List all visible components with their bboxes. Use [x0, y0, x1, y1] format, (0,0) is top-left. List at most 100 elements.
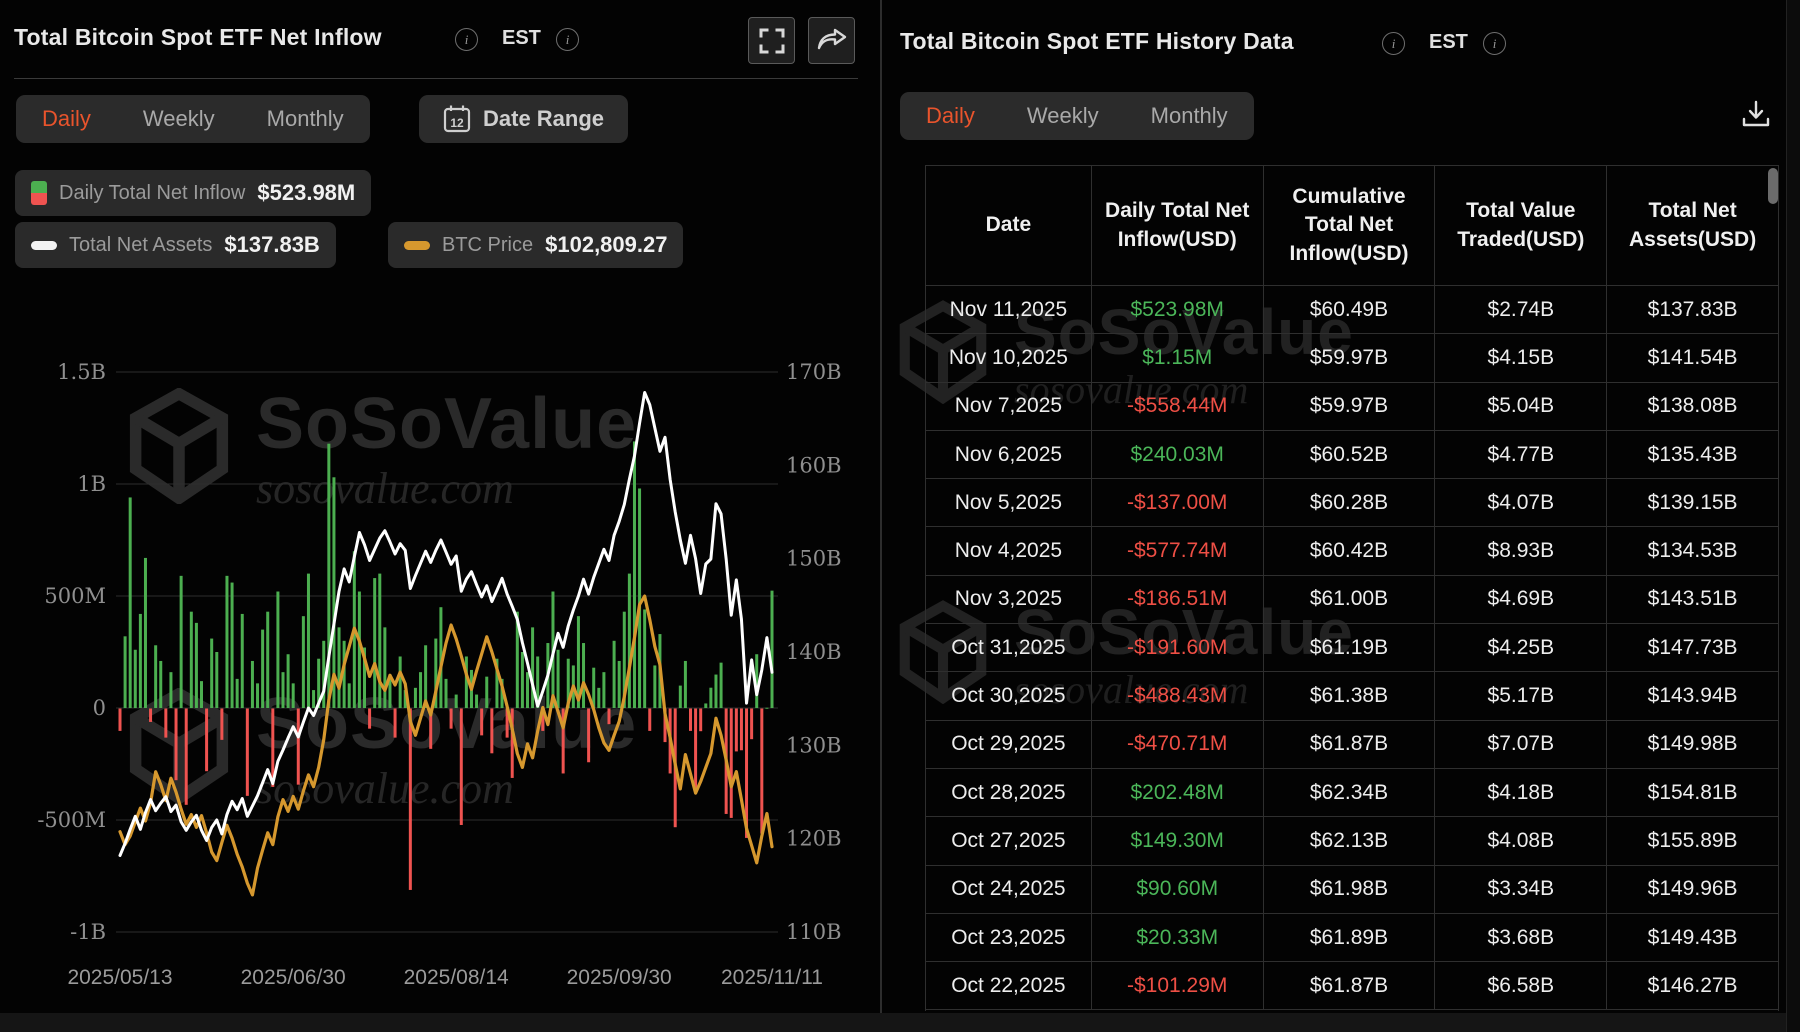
inflow-bar-negative[interactable] — [729, 708, 733, 818]
inflow-bar-negative[interactable] — [118, 708, 122, 731]
inflow-bar-positive[interactable] — [306, 573, 310, 708]
inflow-bar-positive[interactable] — [347, 683, 351, 708]
title-info-icon[interactable]: i — [455, 28, 478, 51]
inflow-bar-positive[interactable] — [301, 616, 305, 708]
inflow-bar-negative[interactable] — [760, 708, 764, 834]
inflow-bar-negative[interactable] — [739, 708, 743, 751]
download-icon[interactable] — [1740, 98, 1772, 130]
inflow-bar-positive[interactable] — [200, 681, 203, 708]
inflow-bar-negative[interactable] — [296, 708, 300, 785]
inflow-bar-positive[interactable] — [159, 660, 163, 708]
inflow-bar-positive[interactable] — [138, 613, 142, 708]
inflow-bar-positive[interactable] — [627, 573, 631, 708]
inflow-bar-positive[interactable] — [678, 685, 682, 708]
inflow-bar-negative[interactable] — [490, 708, 494, 754]
inflow-bar-positive[interactable] — [653, 665, 657, 708]
inflow-bar-positive[interactable] — [169, 672, 173, 708]
inflow-bar-positive[interactable] — [531, 627, 535, 708]
inflow-bar-negative[interactable] — [459, 708, 463, 825]
tab-weekly[interactable]: Weekly — [1027, 103, 1099, 129]
inflow-bar-positive[interactable] — [230, 582, 234, 708]
tab-monthly[interactable]: Monthly — [267, 106, 344, 132]
legend-btc-price[interactable]: BTC Price $102,809.27 — [388, 222, 684, 268]
inflow-bar-positive[interactable] — [143, 557, 147, 708]
inflow-bar-positive[interactable] — [281, 672, 285, 708]
inflow-bar-positive[interactable] — [154, 645, 158, 708]
inflow-bar-positive[interactable] — [225, 575, 229, 708]
inflow-bar-positive[interactable] — [276, 591, 280, 708]
inflow-bar-positive[interactable] — [617, 660, 621, 708]
tab-daily[interactable]: Daily — [42, 106, 91, 132]
inflow-bar-positive[interactable] — [261, 629, 265, 708]
inflow-bar-positive[interactable] — [123, 636, 127, 708]
tab-daily[interactable]: Daily — [926, 103, 975, 129]
share-button[interactable] — [808, 17, 855, 64]
inflow-bar-negative[interactable] — [184, 708, 188, 805]
tab-weekly[interactable]: Weekly — [143, 106, 215, 132]
est-info-icon[interactable]: i — [556, 28, 579, 51]
inflow-bar-negative[interactable] — [205, 708, 209, 772]
inflow-bar-positive[interactable] — [612, 640, 616, 708]
inflow-bar-negative[interactable] — [174, 708, 178, 781]
inflow-bar-negative[interactable] — [408, 708, 412, 890]
inflow-bar-positive[interactable] — [526, 672, 529, 708]
inflow-bar-negative[interactable] — [689, 708, 692, 731]
fullscreen-button[interactable] — [748, 17, 795, 64]
inflow-bar-positive[interactable] — [556, 649, 560, 708]
inflow-bar-positive[interactable] — [709, 687, 713, 708]
inflow-bar-positive[interactable] — [235, 678, 239, 708]
inflow-bar-negative[interactable] — [607, 708, 611, 725]
inflow-bar-negative[interactable] — [699, 708, 703, 732]
inflow-bar-positive[interactable] — [419, 672, 423, 708]
inflow-bar-negative[interactable] — [480, 708, 484, 736]
inflow-bar-positive[interactable] — [475, 694, 479, 708]
inflow-bar-positive[interactable] — [582, 643, 586, 708]
inflow-bar-positive[interactable] — [250, 660, 254, 708]
inflow-bar-positive[interactable] — [133, 649, 137, 708]
inflow-bar-positive[interactable] — [413, 687, 417, 708]
inflow-bar-positive[interactable] — [373, 578, 377, 708]
inflow-bar-positive[interactable] — [719, 662, 723, 708]
inflow-bar-positive[interactable] — [194, 622, 198, 708]
inflow-bar-positive[interactable] — [520, 652, 524, 708]
inflow-bar-positive[interactable] — [286, 654, 290, 708]
inflow-bar-positive[interactable] — [444, 678, 448, 708]
inflow-bar-positive[interactable] — [714, 674, 718, 708]
inflow-bar-negative[interactable] — [220, 708, 224, 740]
inflow-bar-positive[interactable] — [378, 573, 382, 708]
legend-total-net-assets[interactable]: Total Net Assets $137.83B — [15, 222, 336, 268]
inflow-bar-negative[interactable] — [694, 708, 698, 792]
title-info-icon[interactable]: i — [1382, 32, 1405, 55]
inflow-bar-positive[interactable] — [312, 690, 316, 708]
inflow-bar-positive[interactable] — [128, 497, 132, 708]
inflow-bar-positive[interactable] — [770, 590, 774, 708]
net-inflow-chart[interactable]: 1.5B 1B 500M 0 -500M -1B 170B 160B 150B 140B 130B 1… — [0, 300, 880, 1032]
page-scrollbar-track[interactable] — [1786, 0, 1800, 1032]
inflow-bar-negative[interactable] — [648, 708, 652, 731]
inflow-bar-positive[interactable] — [210, 638, 214, 708]
inflow-bar-positive[interactable] — [179, 575, 183, 708]
inflow-bar-positive[interactable] — [632, 441, 636, 708]
inflow-bar-negative[interactable] — [750, 708, 754, 740]
inflow-bar-positive[interactable] — [424, 645, 428, 708]
bottom-scrollbar-track[interactable] — [0, 1013, 1786, 1032]
inflow-bar-positive[interactable] — [398, 656, 402, 708]
inflow-bar-positive[interactable] — [597, 687, 601, 708]
inflow-bar-negative[interactable] — [587, 708, 591, 763]
legend-daily-net-inflow[interactable]: Daily Total Net Inflow $523.98M — [15, 170, 372, 216]
inflow-bar-positive[interactable] — [454, 694, 458, 708]
inflow-bar-positive[interactable] — [704, 703, 708, 708]
inflow-bar-positive[interactable] — [291, 683, 295, 708]
inflow-bar-negative[interactable] — [449, 708, 453, 729]
date-range-button[interactable]: 12 Date Range — [419, 95, 629, 143]
inflow-bar-positive[interactable] — [602, 672, 606, 708]
inflow-bar-positive[interactable] — [337, 627, 341, 708]
inflow-bar-negative[interactable] — [393, 708, 397, 738]
inflow-bar-positive[interactable] — [638, 488, 642, 708]
inflow-bar-positive[interactable] — [266, 611, 270, 708]
inflow-bar-positive[interactable] — [643, 609, 647, 708]
est-info-icon[interactable]: i — [1483, 32, 1506, 55]
inflow-bar-positive[interactable] — [765, 707, 769, 709]
inflow-bar-positive[interactable] — [485, 676, 489, 708]
inflow-bar-negative[interactable] — [734, 708, 738, 752]
